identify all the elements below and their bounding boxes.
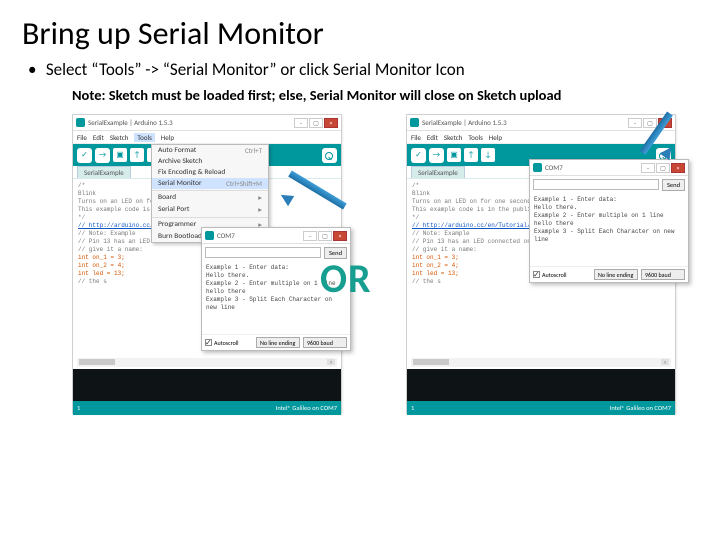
verify-button[interactable]: ✓ xyxy=(77,148,92,163)
console-area xyxy=(73,369,341,401)
window-titlebar: SerialExample | Arduino 1.5.3 – ▢ × xyxy=(407,115,675,131)
sketch-tab[interactable]: SerialExample xyxy=(411,166,465,178)
autoscroll-checkbox[interactable]: Autoscroll xyxy=(205,337,239,348)
screenshot-toolbar-icon: SerialExample | Arduino 1.5.3 – ▢ × File… xyxy=(406,114,676,414)
window-minimize-button[interactable]: – xyxy=(294,118,308,128)
serial-monitor-title: COM7 xyxy=(545,163,563,172)
menu-item-serial-monitor[interactable]: Serial MonitorCtrl+Shift+M xyxy=(152,178,268,189)
slide-title: Bring up Serial Monitor xyxy=(22,14,720,53)
bullet-text: Select “Tools” -> “Serial Monitor” or cl… xyxy=(46,59,465,80)
arduino-app-icon xyxy=(410,118,419,127)
verify-button[interactable]: ✓ xyxy=(411,148,426,163)
menu-item-serial-port[interactable]: Serial Port▸ xyxy=(152,204,268,216)
baud-select[interactable]: 9600 baud xyxy=(303,337,347,348)
scroll-thumb[interactable] xyxy=(413,359,449,365)
menu-help[interactable]: Help xyxy=(161,133,174,142)
window-title-text: SerialExample | Arduino 1.5.3 xyxy=(422,118,507,127)
line-ending-select[interactable]: No line ending xyxy=(594,269,638,280)
serial-send-button[interactable]: Send xyxy=(662,179,685,191)
baud-select[interactable]: 9600 baud xyxy=(641,269,685,280)
window-maximize-button[interactable]: ▢ xyxy=(643,118,657,128)
window-maximize-button[interactable]: ▢ xyxy=(309,118,323,128)
menubar: File Edit Sketch Tools Help xyxy=(407,131,675,144)
note-line: Note: Sketch must be loaded first; else,… xyxy=(72,86,720,104)
line-ending-select[interactable]: No line ending xyxy=(256,337,300,348)
menubar: File Edit Sketch Tools Help xyxy=(73,131,341,144)
serial-send-input[interactable] xyxy=(205,247,321,258)
autoscroll-checkbox[interactable]: Autoscroll xyxy=(533,269,567,280)
h-scrollbar[interactable]: ‹ › xyxy=(411,358,671,367)
status-board-port: Intel® Galileo on COM7 xyxy=(610,404,671,412)
h-scrollbar[interactable]: ‹ › xyxy=(77,358,337,367)
serial-monitor-window: COM7 – ▢ × Send Example 1 - Enter data: … xyxy=(529,159,689,283)
screenshot-area: SerialExample | Arduino 1.5.3 – ▢ × File… xyxy=(72,114,702,474)
smon-maximize-button[interactable]: ▢ xyxy=(656,163,670,173)
open-sketch-button[interactable]: ↑ xyxy=(130,148,144,162)
menu-tools[interactable]: Tools xyxy=(134,133,155,142)
menu-item-auto-format[interactable]: Auto FormatCtrl+T xyxy=(152,145,268,156)
menu-sketch[interactable]: Sketch xyxy=(444,133,463,142)
status-bar: 1 Intel® Galileo on COM7 xyxy=(407,401,675,415)
window-titlebar: SerialExample | Arduino 1.5.3 – ▢ × xyxy=(73,115,341,131)
arduino-app-icon xyxy=(76,118,85,127)
smon-maximize-button[interactable]: ▢ xyxy=(318,231,332,241)
screenshot-tools-menu: SerialExample | Arduino 1.5.3 – ▢ × File… xyxy=(72,114,342,414)
window-title-text: SerialExample | Arduino 1.5.3 xyxy=(88,118,173,127)
scroll-thumb[interactable] xyxy=(79,359,115,365)
save-sketch-button[interactable]: ↓ xyxy=(481,148,495,162)
or-label: OR xyxy=(320,254,372,303)
window-minimize-button[interactable]: – xyxy=(628,118,642,128)
serial-monitor-app-icon xyxy=(205,231,214,240)
upload-button[interactable]: → xyxy=(95,148,110,163)
smon-close-button[interactable]: × xyxy=(333,231,347,241)
window-close-button[interactable]: × xyxy=(324,118,338,128)
bullet-1: • Select “Tools” -> “Serial Monitor” or … xyxy=(28,59,720,80)
menu-item-board[interactable]: Board▸ xyxy=(152,192,268,204)
new-sketch-button[interactable]: ▣ xyxy=(447,148,461,162)
upload-button[interactable]: → xyxy=(429,148,444,163)
menu-tools[interactable]: Tools xyxy=(468,133,483,142)
status-line-number: 1 xyxy=(77,404,80,412)
open-sketch-button[interactable]: ↑ xyxy=(464,148,478,162)
serial-monitor-app-icon xyxy=(533,163,542,172)
status-bar: 1 Intel® Galileo on COM7 xyxy=(73,401,341,415)
status-line-number: 1 xyxy=(411,404,414,412)
sketch-tab[interactable]: SerialExample xyxy=(77,166,131,178)
smon-close-button[interactable]: × xyxy=(671,163,685,173)
console-area xyxy=(407,369,675,401)
status-board-port: Intel® Galileo on COM7 xyxy=(276,404,337,412)
menu-edit[interactable]: Edit xyxy=(427,133,438,142)
smon-minimize-button[interactable]: – xyxy=(641,163,655,173)
menu-help[interactable]: Help xyxy=(489,133,502,142)
serial-send-input[interactable] xyxy=(533,179,659,190)
serial-monitor-title: COM7 xyxy=(217,231,235,240)
smon-minimize-button[interactable]: – xyxy=(303,231,317,241)
bullet-marker: • xyxy=(28,59,42,80)
menu-file[interactable]: File xyxy=(77,133,87,142)
menu-sketch[interactable]: Sketch xyxy=(110,133,129,142)
menu-edit[interactable]: Edit xyxy=(93,133,104,142)
serial-output-area[interactable]: Example 1 - Enter data: Hello there. Exa… xyxy=(530,194,688,266)
serial-monitor-button[interactable] xyxy=(322,148,337,163)
new-sketch-button[interactable]: ▣ xyxy=(113,148,127,162)
scroll-right-arrow-icon[interactable]: › xyxy=(661,359,669,365)
menu-item-fix-encoding[interactable]: Fix Encoding & Reload xyxy=(152,167,268,178)
menu-file[interactable]: File xyxy=(411,133,421,142)
menu-item-archive-sketch[interactable]: Archive Sketch xyxy=(152,156,268,167)
scroll-right-arrow-icon[interactable]: › xyxy=(327,359,335,365)
